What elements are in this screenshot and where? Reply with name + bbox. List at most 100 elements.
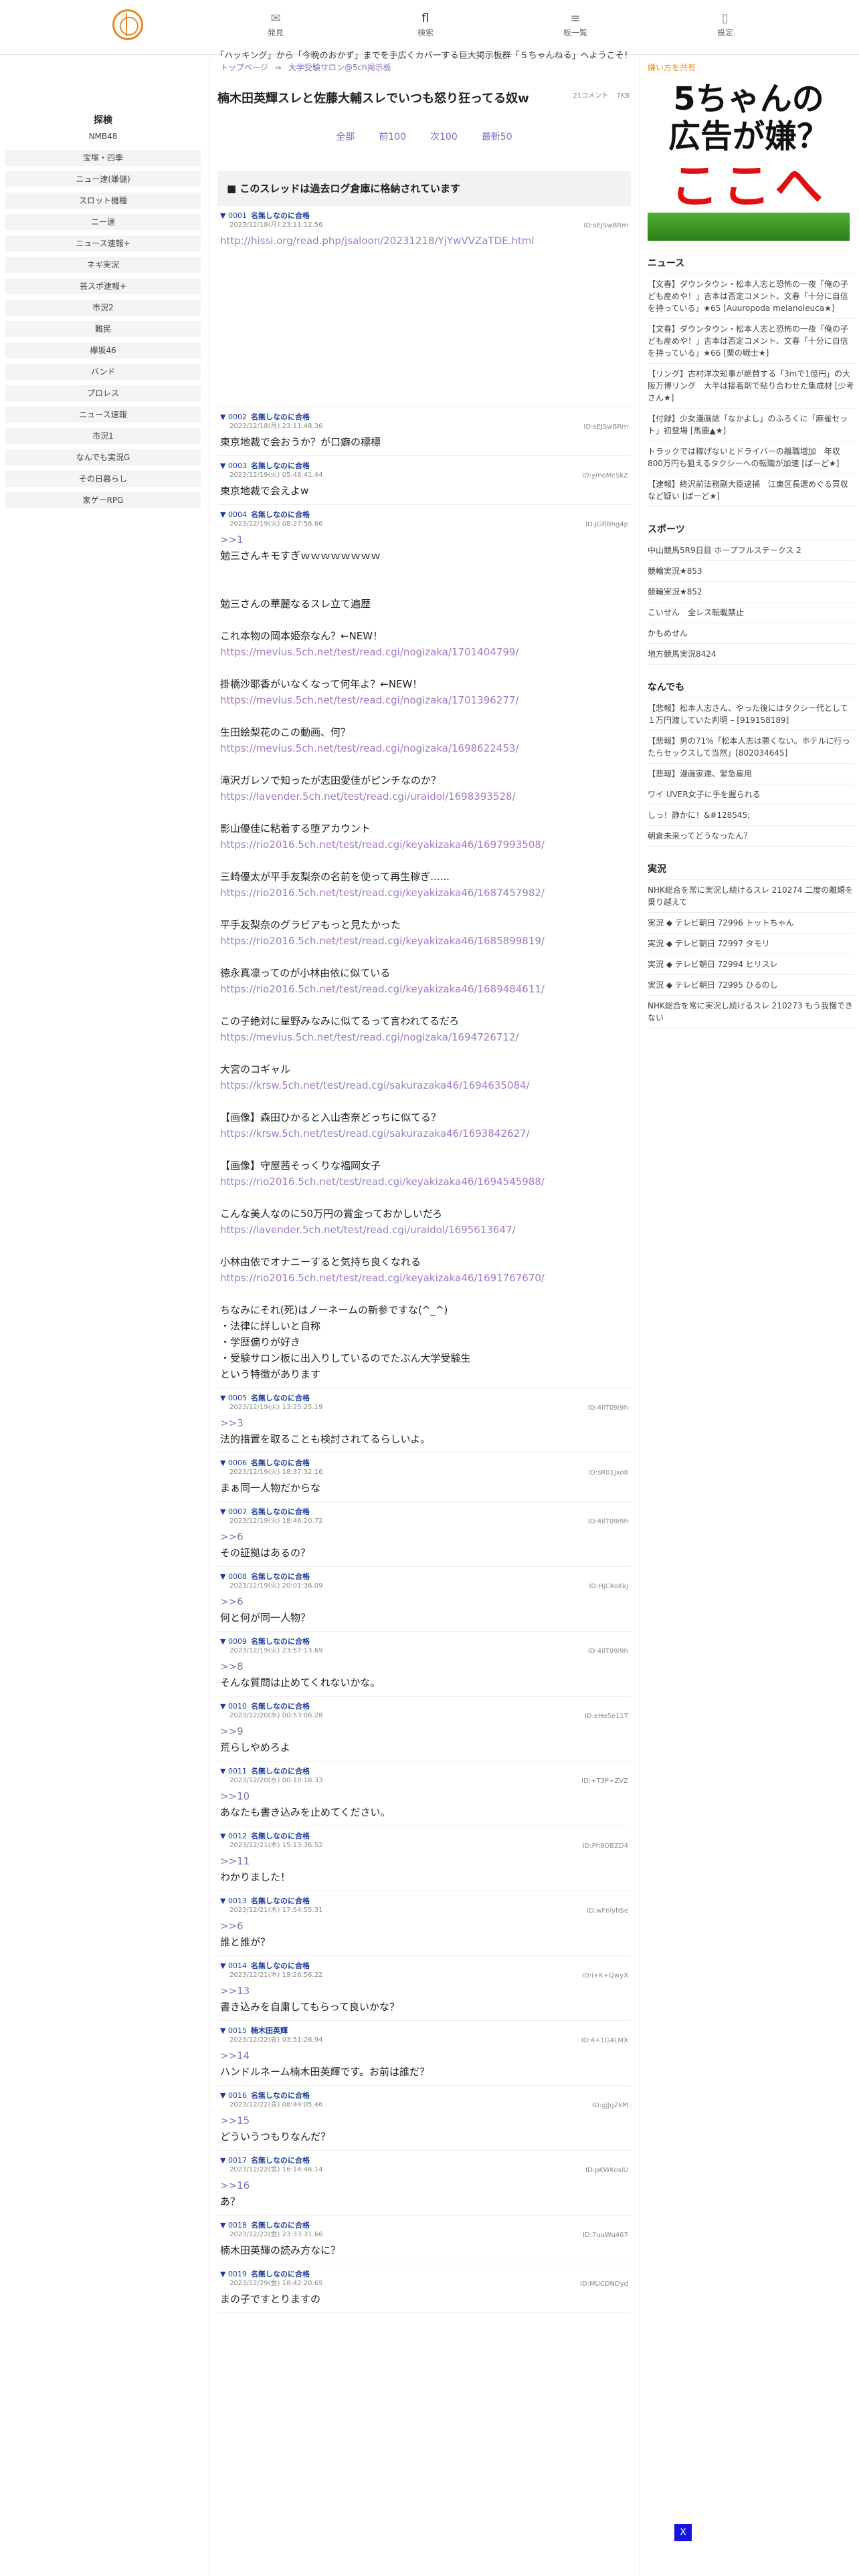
post-id[interactable]: ID:4ilT09i9h: [588, 1404, 628, 1412]
right-section-item[interactable]: 【速報】終沢前法務副大臣逮捕 江東区長選めぐる買収など疑い [ぱーど★]: [648, 474, 855, 507]
post-anchor-link[interactable]: >>3: [220, 1415, 630, 1431]
nav-discover[interactable]: ✉ 発見: [235, 11, 316, 38]
post-number[interactable]: 0001: [228, 211, 247, 220]
post-number[interactable]: 0006: [228, 1459, 247, 1467]
post-id[interactable]: ID:4ilT09i9h: [588, 1518, 628, 1525]
post-id[interactable]: ID:7uuWu467: [583, 2232, 628, 2239]
post-number[interactable]: 0009: [228, 1637, 247, 1646]
post-link[interactable]: https://rio2016.5ch.net/test/read.cgi/ke…: [220, 1270, 630, 1286]
post-number[interactable]: 0019: [228, 2270, 247, 2278]
pager-next-100[interactable]: 次100: [430, 132, 458, 142]
sidebar-item[interactable]: 家ゲーRPG: [5, 492, 201, 508]
post-link[interactable]: https://mevius.5ch.net/test/read.cgi/nog…: [220, 1029, 630, 1045]
post-link[interactable]: http://hissi.org/read.php/jsaloon/202312…: [220, 233, 630, 249]
post-id[interactable]: ID:MUCDNDyd: [580, 2280, 628, 2288]
post-anchor-link[interactable]: >>13: [220, 1983, 630, 1999]
sidebar-item[interactable]: 芸スポ速報+: [5, 278, 201, 294]
right-section-item[interactable]: かもめせん: [648, 623, 855, 644]
post-number[interactable]: 0012: [228, 1832, 247, 1840]
post-link[interactable]: https://rio2016.5ch.net/test/read.cgi/ke…: [220, 933, 630, 949]
right-section-item[interactable]: 実況 ◆ テレビ朝日 72994 ヒリスレ: [648, 954, 855, 975]
post-anchor-link[interactable]: >>11: [220, 1853, 630, 1869]
post-link[interactable]: https://rio2016.5ch.net/test/read.cgi/ke…: [220, 1174, 630, 1190]
right-section-item[interactable]: 実況 ◆ テレビ朝日 72997 タモリ: [648, 934, 855, 954]
post-link[interactable]: https://rio2016.5ch.net/test/read.cgi/ke…: [220, 837, 630, 853]
post-number[interactable]: 0003: [228, 461, 247, 470]
right-section-item[interactable]: 【悲報】漫画家達、緊急雇用: [648, 764, 855, 784]
right-section-item[interactable]: トラックでは稼げないとドライバーの離職増加 年収800万円も狙えるタクシーへの転…: [648, 441, 855, 474]
sidebar-item[interactable]: NMB48: [5, 128, 201, 144]
post-number[interactable]: 0008: [228, 1572, 247, 1581]
right-section-item[interactable]: 中山競馬5R9日目 ホープフルステークス 2: [648, 540, 855, 561]
post-anchor-link[interactable]: >>16: [220, 2177, 630, 2193]
sidebar-item[interactable]: なんでも実況G: [5, 449, 201, 465]
post-id[interactable]: ID:gjJgZkM: [592, 2102, 628, 2109]
right-section-item[interactable]: 朝倉未来ってどうなったん？: [648, 826, 855, 847]
right-section-item[interactable]: しっ！静かに！&#128545;: [648, 805, 855, 826]
sidebar-item[interactable]: 難民: [5, 321, 201, 337]
post-anchor-link[interactable]: >>15: [220, 2113, 630, 2129]
right-section-item[interactable]: 【悲報】松本人志さん、やった後にはタクシー代として１万円渡していた判明 – [9…: [648, 698, 855, 731]
right-section-item[interactable]: 実況 ◆ テレビ朝日 72995 ひるのし: [648, 975, 855, 996]
right-section-item[interactable]: NHK総合を常に実況し続けるスレ 210274 二度の離婚を乗り越えて: [648, 880, 855, 913]
post-link[interactable]: https://mevius.5ch.net/test/read.cgi/nog…: [220, 740, 630, 756]
post-id[interactable]: ID:HjCKoKkj: [589, 1583, 628, 1590]
right-section-item[interactable]: 【文春】ダウンタウン・松本人志と恐怖の一夜「俺の子ども産めや！」吉本は否定コメン…: [648, 274, 855, 319]
post-number[interactable]: 0002: [228, 413, 247, 421]
post-id[interactable]: ID:Ph9OBZD4: [583, 1842, 628, 1850]
sidebar-item[interactable]: 市況1: [5, 428, 201, 444]
post-number[interactable]: 0014: [228, 1961, 247, 1970]
sidebar-item[interactable]: ニュース速報+: [5, 235, 201, 251]
right-section-item[interactable]: 地方競馬実況8424: [648, 644, 855, 665]
sidebar-item[interactable]: スロット機種: [5, 193, 201, 209]
post-id[interactable]: ID:4+1G4LMX: [581, 2037, 628, 2044]
post-id[interactable]: ID:pKWKosiU: [585, 2167, 628, 2174]
post-id[interactable]: ID:sR01Jxo8: [588, 1469, 628, 1477]
post-number[interactable]: 0016: [228, 2091, 247, 2100]
post-number[interactable]: 0007: [228, 1507, 247, 1516]
post-anchor-link[interactable]: >>6: [220, 1529, 630, 1545]
post-anchor-link[interactable]: >>6: [220, 1918, 630, 1934]
right-section-item[interactable]: 【付録】少女漫画誌「なかよし」のふろくに「麻雀セット」初登場 [馬鹿▲★]: [648, 409, 855, 441]
sidebar-item[interactable]: ネギ実況: [5, 257, 201, 273]
post-number[interactable]: 0011: [228, 1767, 247, 1776]
post-anchor-link[interactable]: >>6: [220, 1594, 630, 1610]
sidebar-item[interactable]: 欅坂46: [5, 342, 201, 358]
pager-latest-50[interactable]: 最新50: [482, 132, 512, 142]
sidebar-item[interactable]: プロレス: [5, 385, 201, 401]
post-id[interactable]: ID:sEJSwBRm: [583, 222, 628, 229]
post-anchor-link[interactable]: >>1: [220, 532, 630, 548]
right-section-item[interactable]: 【リング】古村洋次知事が絶賛する「3mで1億円」の大阪万博リング 大半は接着剤で…: [648, 364, 855, 409]
right-section-item[interactable]: 【悲報】男の71%「松本人志は悪くない。ホテルに行ったらセックスして当然」[80…: [648, 731, 855, 764]
breadcrumb-board[interactable]: 大学受験サロン@5ch掲示板: [288, 63, 391, 72]
nav-search[interactable]: fl 検索: [385, 11, 466, 38]
post-link[interactable]: https://lavender.5ch.net/test/read.cgi/u…: [220, 1222, 630, 1238]
sidebar-item[interactable]: ニュース速報: [5, 407, 201, 423]
right-section-item[interactable]: NHK総合を常に実況し続けるスレ 210273 もう我慢できない: [648, 996, 855, 1029]
breadcrumb-top[interactable]: トップページ: [220, 63, 268, 72]
pager-prev-100[interactable]: 前100: [379, 132, 406, 142]
right-section-item[interactable]: 【文春】ダウンタウン・松本人志と恐怖の一夜「俺の子ども産めや！」吉本は否定コメン…: [648, 319, 855, 364]
right-section-item[interactable]: 実況 ◆ テレビ朝日 72996 トットちゃん: [648, 913, 855, 934]
right-section-item[interactable]: こいせん 全レス転載禁止: [648, 603, 855, 623]
sidebar-item[interactable]: 宝塚・四季: [5, 150, 201, 166]
sidebar-item[interactable]: 市況2: [5, 300, 201, 316]
site-logo[interactable]: [112, 9, 143, 40]
post-id[interactable]: ID:ymoMcSkZ: [582, 472, 628, 479]
right-section-item[interactable]: 競輪実況★852: [648, 582, 855, 603]
pager-all[interactable]: 全部: [336, 132, 355, 142]
right-section-item[interactable]: 競輪実況★853: [648, 561, 855, 582]
scroll-top-button[interactable]: X: [674, 2524, 692, 2541]
sidebar-item[interactable]: その日暮らし: [5, 471, 201, 487]
post-anchor-link[interactable]: >>8: [220, 1658, 630, 1675]
post-id[interactable]: ID:sEJSwBRm: [583, 423, 628, 431]
post-number[interactable]: 0018: [228, 2221, 247, 2230]
ad-banner[interactable]: 5ちゃんの 広告が嫌？ ここへ: [648, 74, 850, 241]
right-section-item[interactable]: ワイ UVER女子に手を握られる: [648, 784, 855, 805]
post-id[interactable]: ID:JGRBhg4p: [585, 521, 628, 528]
sidebar-item[interactable]: ニュー速(嫌儲): [5, 171, 201, 187]
post-anchor-link[interactable]: >>14: [220, 2048, 630, 2064]
post-id[interactable]: ID:4ilT09i9h: [588, 1648, 628, 1655]
post-link[interactable]: https://lavender.5ch.net/test/read.cgi/u…: [220, 788, 630, 804]
post-id[interactable]: ID:i+K+QwyX: [582, 1972, 628, 1979]
